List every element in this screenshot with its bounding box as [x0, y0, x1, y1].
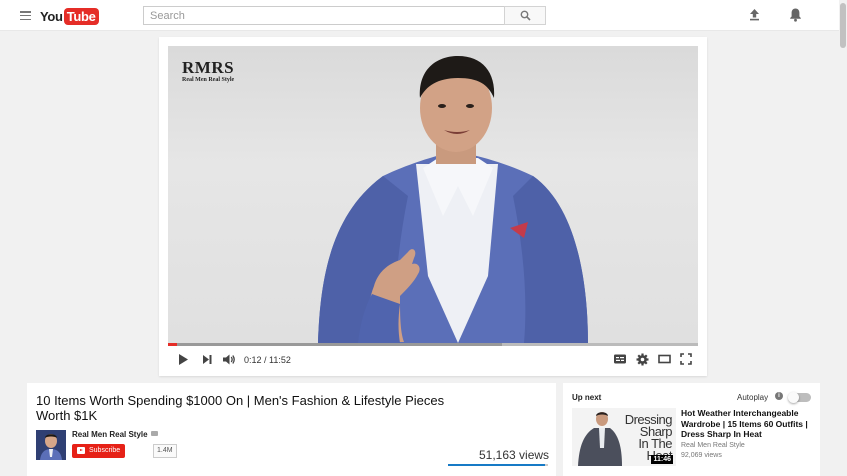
notifications-bell-icon[interactable] — [789, 7, 802, 22]
channel-avatar-image — [36, 430, 66, 460]
player-controls: 0:12 / 11:52 — [168, 346, 698, 374]
subscribe-logo-icon — [77, 447, 85, 454]
play-icon[interactable] — [177, 353, 189, 366]
logo-you-text: You — [40, 8, 63, 24]
masthead: You Tube Search — [0, 0, 847, 31]
up-next-title[interactable]: Hot Weather Interchangeable Wardrobe | 1… — [681, 408, 815, 440]
up-next-heading: Up next — [572, 393, 602, 402]
fullscreen-icon[interactable] — [680, 353, 692, 365]
menu-icon[interactable] — [20, 11, 31, 21]
settings-gear-icon[interactable] — [636, 353, 649, 366]
channel-avatar[interactable] — [36, 430, 66, 460]
search-button[interactable] — [504, 6, 546, 25]
subscriber-count: 1.4M — [153, 444, 177, 458]
watermark-text: RMRS — [182, 58, 235, 77]
like-ratio-fill — [448, 464, 545, 466]
verified-badge-icon — [150, 431, 158, 436]
autoplay-label: Autoplay — [737, 393, 769, 402]
view-count: 51,163 views — [479, 448, 550, 462]
channel-watermark: RMRS Real Men Real Style — [182, 58, 234, 83]
channel-name[interactable]: Real Men Real Style — [72, 430, 158, 439]
search-icon — [520, 10, 531, 21]
autoplay-toggle[interactable] — [788, 392, 811, 403]
up-next-views: 92,069 views — [681, 452, 722, 459]
subscribe-label: Subscribe — [89, 447, 121, 454]
page-scrollbar[interactable] — [839, 0, 847, 476]
player-container: RMRS Real Men Real Style 0:12 / 11:52 — [159, 37, 707, 376]
channel-name-text: Real Men Real Style — [72, 430, 148, 439]
captions-icon[interactable] — [613, 353, 627, 365]
watermark-subtext: Real Men Real Style — [182, 77, 235, 83]
toggle-knob — [788, 392, 799, 403]
like-dislike-bar — [448, 464, 548, 466]
next-icon[interactable] — [201, 353, 213, 366]
subscribe-button[interactable]: Subscribe — [72, 444, 126, 458]
up-next-thumbnail[interactable]: Dressing Sharp In The Heat 11:46 — [572, 408, 676, 466]
search-input[interactable]: Search — [143, 6, 505, 25]
presenter-figure — [318, 56, 588, 343]
up-next-channel[interactable]: Real Men Real Style — [681, 442, 745, 449]
time-display: 0:12 / 11:52 — [244, 355, 291, 365]
page-scrollbar-thumb[interactable] — [840, 3, 846, 48]
upload-icon[interactable] — [748, 8, 761, 21]
logo-tube-text: Tube — [63, 7, 99, 25]
youtube-logo[interactable]: You Tube — [40, 7, 99, 25]
volume-icon[interactable] — [222, 353, 236, 366]
video-title: 10 Items Worth Spending $1000 On | Men's… — [36, 393, 445, 423]
video-info-panel: 10 Items Worth Spending $1000 On | Men's… — [27, 383, 556, 476]
up-next-panel: Up next Autoplay i Dressing Sharp In The… — [563, 383, 820, 476]
info-icon[interactable]: i — [775, 392, 783, 400]
video-frame[interactable]: RMRS Real Men Real Style — [168, 46, 698, 343]
theater-mode-icon[interactable] — [658, 353, 671, 365]
video-duration-badge: 11:46 — [651, 455, 673, 464]
